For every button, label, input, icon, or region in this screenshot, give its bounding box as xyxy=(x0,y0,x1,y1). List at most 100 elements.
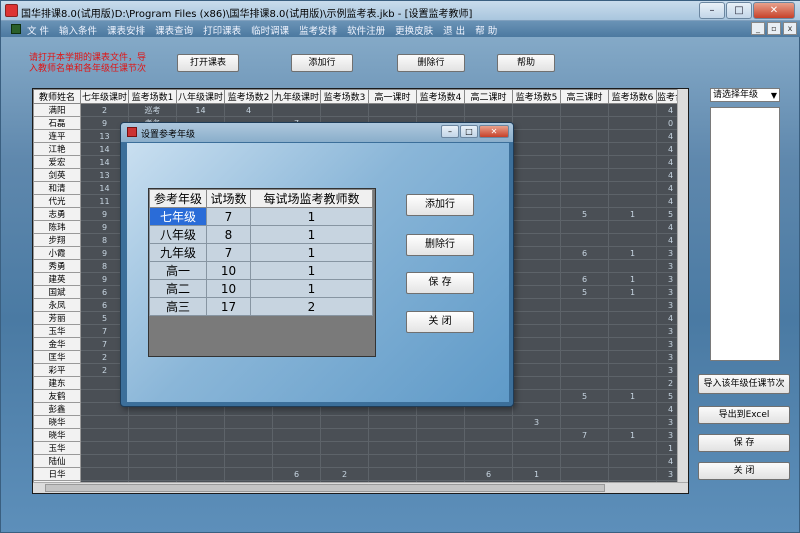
grid-cell[interactable] xyxy=(368,454,417,468)
grid-cell[interactable] xyxy=(176,441,225,455)
grid-cell[interactable] xyxy=(416,415,465,429)
grid-cell[interactable] xyxy=(512,311,561,325)
grade-settings-grid[interactable]: 参考年级 试场数 每试场监考教师数 七年级 7 1 八年级 8 1 九年级 7 1 高一 10 1 高二 10… xyxy=(148,188,376,357)
delete-row-button[interactable]: 删除行 xyxy=(397,54,465,72)
dialog-save-button[interactable]: 保 存 xyxy=(406,272,474,294)
grid-cell[interactable] xyxy=(608,337,657,351)
grid-cell[interactable]: 7 xyxy=(560,428,609,442)
grid-cell[interactable] xyxy=(128,454,177,468)
table-row[interactable]: 高三 17 2 xyxy=(149,297,373,316)
teachers-per-room-cell[interactable]: 1 xyxy=(250,279,373,298)
teacher-name-cell[interactable]: 日华 xyxy=(33,467,81,481)
teacher-name-cell[interactable]: 芳丽 xyxy=(33,311,81,325)
teacher-name-cell[interactable]: 建英 xyxy=(33,272,81,286)
grid-cell[interactable] xyxy=(416,441,465,455)
grid-cell[interactable] xyxy=(512,220,561,234)
grid-cell[interactable] xyxy=(560,181,609,195)
grid-cell[interactable] xyxy=(560,467,609,481)
grid-cell[interactable] xyxy=(512,298,561,312)
grid-cell[interactable] xyxy=(560,220,609,234)
grid-cell[interactable] xyxy=(608,142,657,156)
dialog-close-button[interactable]: ✕ xyxy=(479,125,509,138)
maximize-button[interactable]: □ xyxy=(726,2,752,19)
grid-cell[interactable] xyxy=(608,402,657,416)
grid-cell[interactable] xyxy=(560,116,609,130)
grid-cell[interactable] xyxy=(608,363,657,377)
grid-column-header[interactable]: 高二课时 xyxy=(464,89,513,104)
grid-cell[interactable] xyxy=(368,415,417,429)
grid-cell[interactable] xyxy=(273,494,321,495)
grid-cell[interactable] xyxy=(176,454,225,468)
grid-cell[interactable] xyxy=(128,428,177,442)
grid-cell[interactable] xyxy=(560,233,609,247)
grid-cell[interactable] xyxy=(80,441,129,455)
grid-cell[interactable] xyxy=(320,103,369,117)
grid-cell[interactable] xyxy=(608,103,657,117)
teachers-per-room-cell[interactable]: 1 xyxy=(250,243,373,262)
grid-cell[interactable] xyxy=(224,415,273,429)
grid-column-header[interactable]: 八年级课时 xyxy=(176,89,225,104)
grid-cell[interactable]: 5 xyxy=(560,285,609,299)
grid-cell[interactable] xyxy=(272,415,321,429)
room-count-cell[interactable]: 7 xyxy=(206,243,251,262)
grid-cell[interactable]: 6 xyxy=(272,467,321,481)
grid-cell[interactable] xyxy=(512,324,561,338)
menu-item[interactable]: 退 出 xyxy=(443,23,465,37)
grid-column-header[interactable]: 监考场数1 xyxy=(128,89,177,104)
grid-cell[interactable]: 5 xyxy=(560,207,609,221)
grid-cell[interactable] xyxy=(464,454,513,468)
grid-cell[interactable] xyxy=(560,155,609,169)
grid-cell[interactable] xyxy=(464,415,513,429)
grid-cell[interactable] xyxy=(512,181,561,195)
teachers-per-room-cell[interactable]: 1 xyxy=(250,261,373,280)
close-button[interactable]: ✕ xyxy=(753,2,795,19)
teacher-name-cell[interactable]: 彭鑫 xyxy=(33,402,81,416)
teacher-name-cell[interactable]: 建东 xyxy=(33,376,81,390)
scroll-thumb[interactable] xyxy=(45,484,605,492)
grid-cell[interactable]: 1 xyxy=(608,246,657,260)
grid-cell[interactable] xyxy=(608,350,657,364)
grid-cell[interactable] xyxy=(128,467,177,481)
grid-cell[interactable]: 4 xyxy=(224,103,273,117)
grid-cell[interactable] xyxy=(560,168,609,182)
teacher-name-cell[interactable]: 满阳 xyxy=(33,103,81,117)
grid-cell[interactable] xyxy=(608,129,657,143)
grid-cell[interactable] xyxy=(464,428,513,442)
open-schedule-button[interactable]: 打开课表 xyxy=(177,54,239,72)
grid-cell[interactable] xyxy=(560,259,609,273)
grid-cell[interactable] xyxy=(320,454,369,468)
grid-cell[interactable] xyxy=(512,389,561,403)
grid-cell[interactable]: 1 xyxy=(608,272,657,286)
grid-cell[interactable]: 14 xyxy=(176,103,225,117)
grid-cell[interactable]: 巡考 xyxy=(128,103,177,117)
grid-cell[interactable] xyxy=(560,363,609,377)
grid-cell[interactable] xyxy=(512,142,561,156)
dialog-maximize-button[interactable]: □ xyxy=(460,125,478,138)
grid-cell[interactable]: 6 xyxy=(465,494,513,495)
grid-cell[interactable] xyxy=(512,441,561,455)
table-row[interactable]: 春风 5162 3 xyxy=(34,494,685,495)
grid-cell[interactable] xyxy=(512,376,561,390)
grid-cell[interactable] xyxy=(608,415,657,429)
grid-cell[interactable] xyxy=(561,494,609,495)
grid-cell[interactable] xyxy=(80,415,129,429)
grid-cell[interactable]: 6 xyxy=(560,272,609,286)
teacher-name-cell[interactable]: 剑英 xyxy=(33,168,81,182)
grid-cell[interactable] xyxy=(368,428,417,442)
grid-cell[interactable] xyxy=(416,428,465,442)
menu-item[interactable]: 文 件 xyxy=(27,23,49,37)
grid-cell[interactable] xyxy=(512,194,561,208)
dialog-minimize-button[interactable]: – xyxy=(441,125,459,138)
grid-cell[interactable] xyxy=(177,494,225,495)
grid-cell[interactable]: 3 xyxy=(657,494,685,495)
menu-item[interactable]: 帮 助 xyxy=(475,23,497,37)
grid-cell[interactable] xyxy=(560,402,609,416)
grid-cell[interactable] xyxy=(464,103,513,117)
grid-cell[interactable] xyxy=(176,467,225,481)
grid-cell[interactable] xyxy=(512,129,561,143)
grid-cell[interactable]: 6 xyxy=(560,246,609,260)
grade-list[interactable] xyxy=(710,107,780,361)
grid-column-header[interactable]: 监考场数4 xyxy=(416,89,465,104)
grid-cell[interactable] xyxy=(560,376,609,390)
grid-cell[interactable] xyxy=(608,181,657,195)
